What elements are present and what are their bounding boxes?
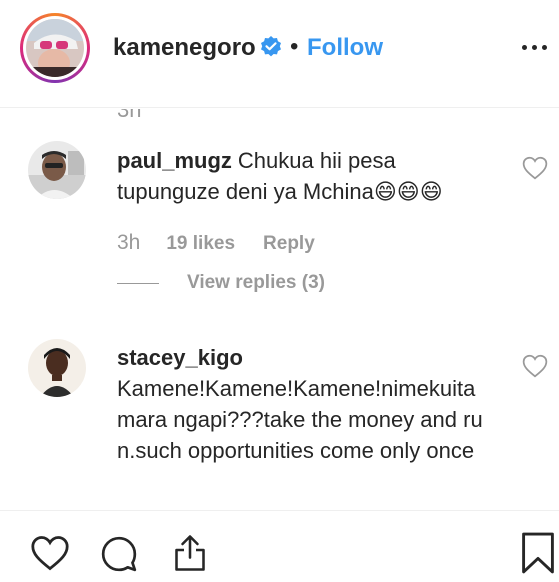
comment-like-heart-icon[interactable] bbox=[522, 156, 548, 180]
follow-button[interactable]: Follow bbox=[307, 34, 383, 62]
comment-like-heart-icon[interactable] bbox=[522, 354, 548, 378]
reply-button[interactable]: Reply bbox=[263, 233, 315, 255]
post-action-bar bbox=[0, 510, 559, 582]
commenter-avatar[interactable] bbox=[28, 339, 86, 397]
commenter-username[interactable]: paul_mugz bbox=[117, 148, 232, 173]
post-header: kamenegoro • Follow bbox=[0, 0, 559, 108]
comment-meta: 3h 19 likes Reply bbox=[117, 231, 315, 255]
verified-badge-icon bbox=[261, 36, 281, 57]
profile-avatar[interactable] bbox=[20, 13, 90, 83]
truncated-comment-time: 3h bbox=[117, 109, 142, 122]
replies-divider-line bbox=[117, 282, 159, 284]
comment-body: stacey_kigo Kamene!Kamene!Kamene!nimekui… bbox=[117, 342, 497, 466]
share-icon[interactable] bbox=[172, 533, 208, 573]
comments-list[interactable]: 3h paul_mugz Chukua hii pesa tupunguze de… bbox=[0, 109, 559, 509]
view-replies-label: View replies (3) bbox=[187, 272, 325, 293]
comment-body: paul_mugz Chukua hii pesa tupunguze deni … bbox=[117, 145, 497, 207]
post-author-username[interactable]: kamenegoro bbox=[113, 34, 256, 62]
commenter-avatar[interactable] bbox=[28, 141, 86, 199]
bookmark-icon[interactable] bbox=[520, 531, 556, 575]
commenter-username[interactable]: stacey_kigo bbox=[117, 342, 491, 373]
separator-dot: • bbox=[290, 33, 299, 60]
more-options-icon[interactable] bbox=[522, 32, 556, 62]
comment-text: Kamene!Kamene!Kamene!nimekuita mara ngap… bbox=[117, 376, 483, 463]
view-replies-button[interactable]: View replies (3) bbox=[117, 272, 325, 294]
comment-time: 3h bbox=[117, 231, 141, 254]
comment-icon[interactable] bbox=[100, 535, 138, 573]
profile-photo bbox=[26, 19, 84, 77]
comment-likes[interactable]: 19 likes bbox=[166, 233, 235, 255]
heart-icon[interactable] bbox=[30, 535, 70, 571]
